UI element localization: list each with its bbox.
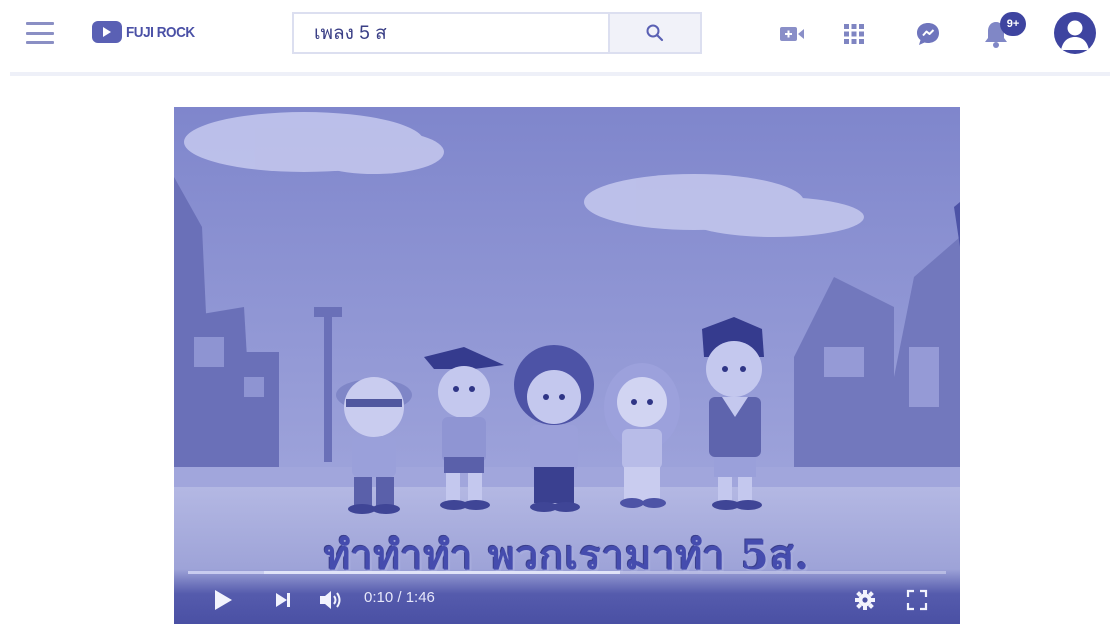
logo-text: FUJI ROCK: [126, 23, 195, 41]
logo[interactable]: FUJI ROCK: [92, 18, 202, 46]
play-logo-icon: [92, 21, 122, 43]
create-video-button[interactable]: [774, 16, 810, 52]
volume-icon: [320, 591, 341, 609]
top-bar: FUJI ROCK เพลง 5 ส 9+: [0, 0, 1120, 72]
video-player[interactable]: ทำทำทำ พวกเรามาทำ 5ส. 0:10 / 1:46: [174, 107, 960, 624]
avatar-silhouette-icon: [1061, 20, 1089, 50]
messages-icon: [917, 23, 939, 45]
hamburger-menu-icon[interactable]: [26, 22, 54, 44]
search-icon: [646, 24, 664, 42]
play-icon: [215, 590, 232, 610]
settings-button[interactable]: [850, 583, 880, 617]
apps-button[interactable]: [836, 16, 872, 52]
progress-bar[interactable]: [188, 571, 946, 574]
settings-gear-icon: [855, 590, 875, 610]
apps-grid-icon: [844, 24, 864, 44]
search-button[interactable]: [608, 12, 702, 54]
create-video-icon: [780, 27, 804, 41]
header-divider: [10, 72, 1110, 76]
time-display: 0:10 / 1:46: [364, 589, 435, 606]
fullscreen-icon: [906, 589, 928, 611]
next-button[interactable]: [268, 583, 298, 617]
notification-count-badge: 9+: [1000, 12, 1026, 36]
skip-next-icon: [276, 593, 290, 607]
play-button[interactable]: [208, 583, 238, 617]
progress-played: [188, 571, 264, 574]
account-avatar-icon[interactable]: [1054, 12, 1096, 54]
fullscreen-button[interactable]: [902, 583, 932, 617]
search-input[interactable]: เพลง 5 ส: [292, 12, 608, 54]
search-input-value: เพลง 5 ส: [314, 23, 387, 44]
volume-button[interactable]: [316, 583, 346, 617]
messages-button[interactable]: [910, 16, 946, 52]
